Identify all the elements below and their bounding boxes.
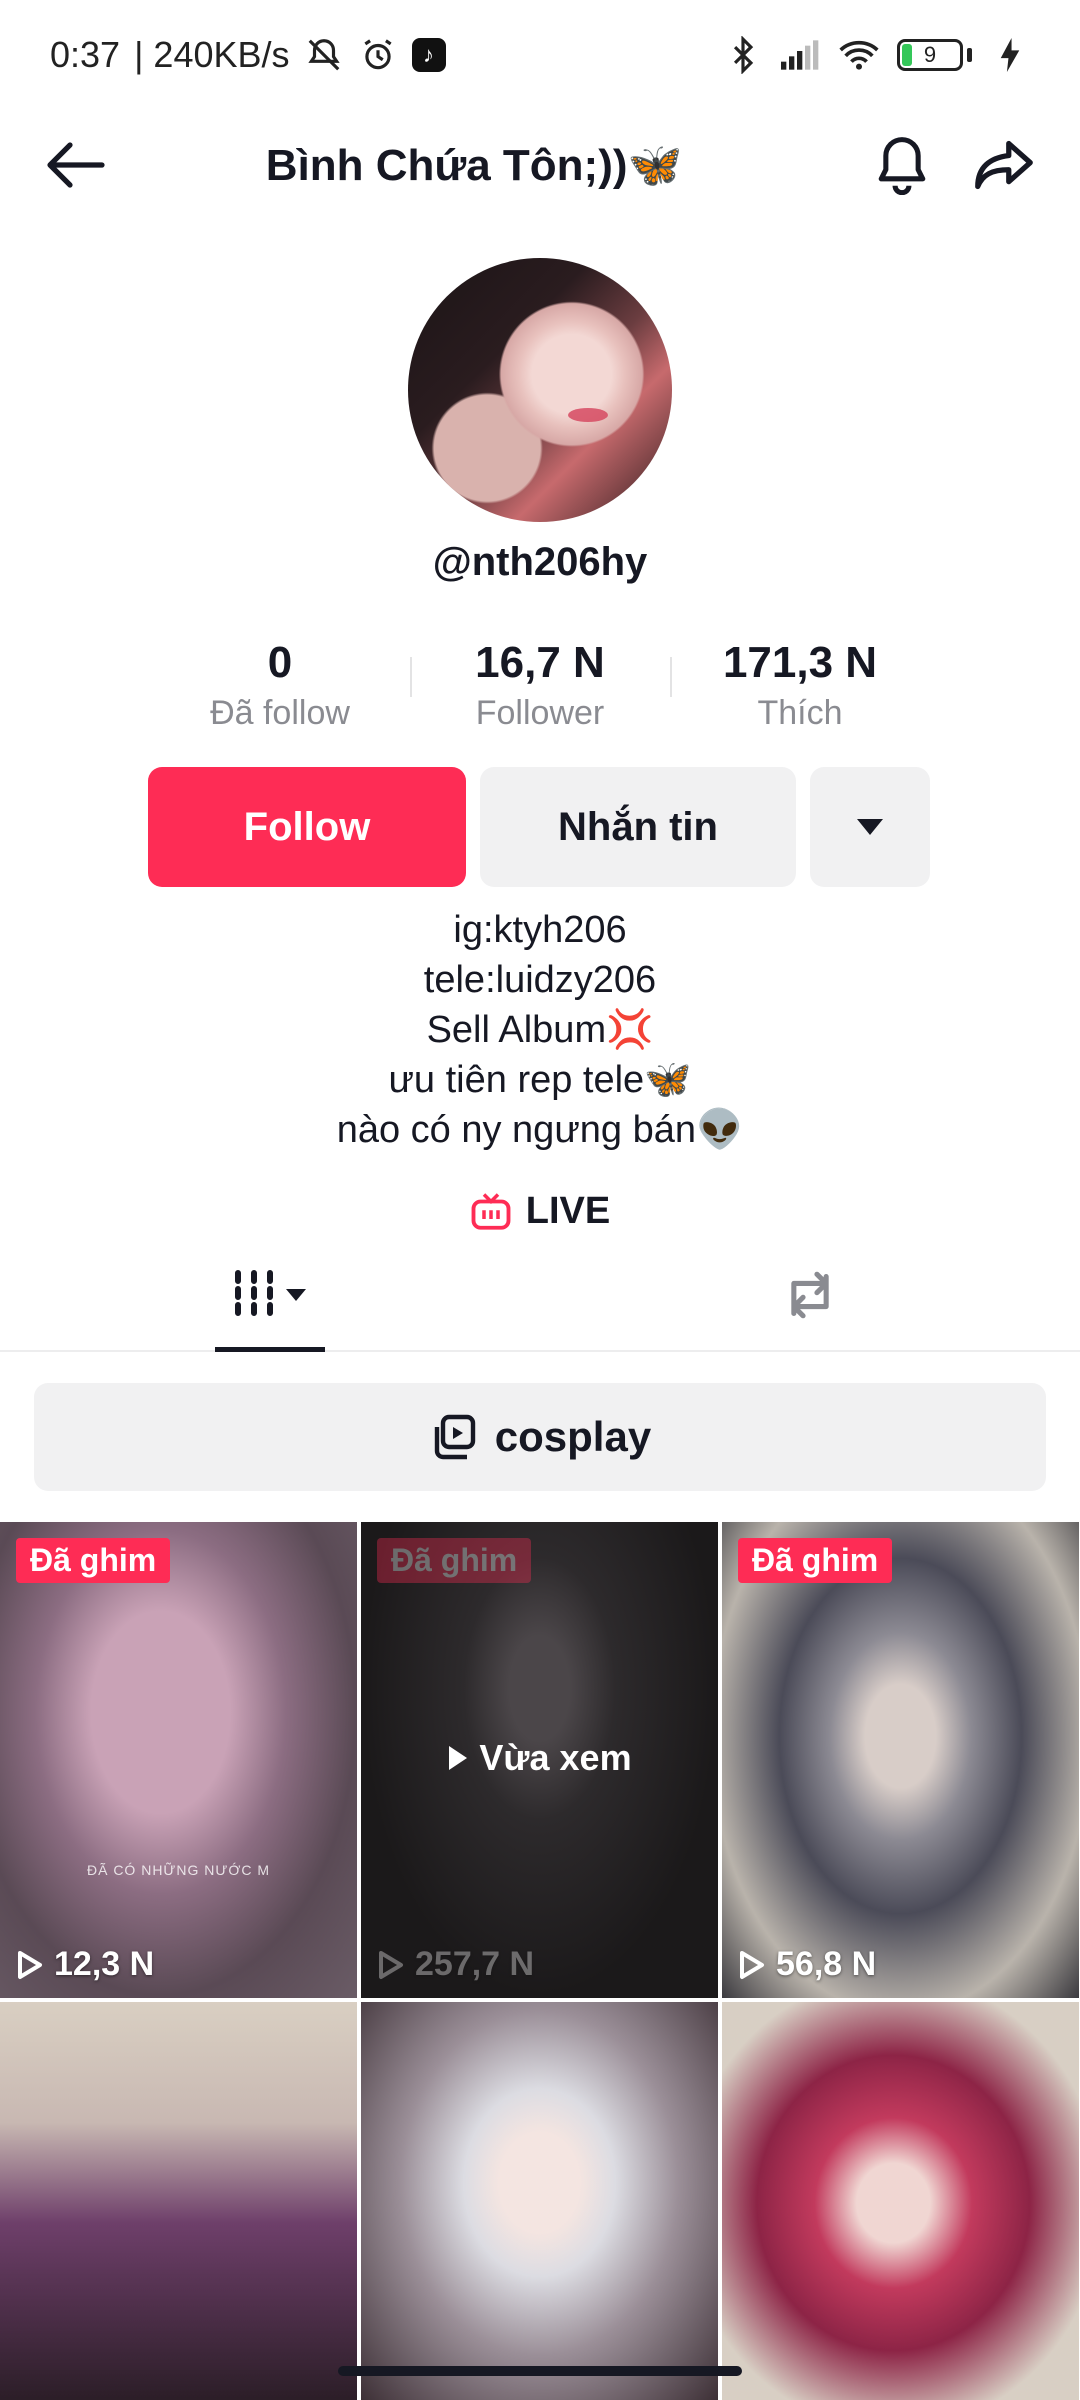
repost-icon xyxy=(791,1271,829,1319)
bell-icon xyxy=(878,137,926,195)
bio-line: ưu tiên rep tele🦋 xyxy=(388,1059,692,1101)
view-count-value: 56,8 N xyxy=(776,1945,877,1983)
caret-down-icon xyxy=(857,819,883,835)
network-speed: | 240KB/s xyxy=(134,34,290,75)
back-arrow-icon xyxy=(47,142,105,188)
bio: ig:ktyh206 tele:luidzy206 Sell Album💢 ưu… xyxy=(0,905,1080,1155)
view-count: 257,7 N xyxy=(377,1945,534,1984)
content-tabs xyxy=(0,1240,1080,1352)
profile-stats: 0 Đã follow 16,7 N Follower 171,3 N Thíc… xyxy=(150,635,930,735)
back-button[interactable] xyxy=(40,129,112,201)
home-indicator[interactable] xyxy=(338,2366,742,2376)
playlist-label: cosplay xyxy=(494,1413,652,1460)
tab-reposts[interactable] xyxy=(540,1240,1080,1350)
suggested-accounts-button[interactable] xyxy=(810,767,930,887)
alarm-icon xyxy=(358,35,398,75)
playlist-icon xyxy=(434,1414,475,1460)
playlist-cosplay[interactable]: cosplay xyxy=(34,1383,1046,1491)
pinned-badge: Đã ghim xyxy=(738,1538,893,1583)
charging-icon xyxy=(990,35,1030,75)
video-tile[interactable] xyxy=(361,2002,718,2400)
following-count: 0 xyxy=(267,638,293,687)
tab-videos[interactable] xyxy=(0,1240,540,1352)
play-icon xyxy=(449,1746,468,1770)
bio-line: nào có ny ngưng bán👽 xyxy=(336,1109,744,1151)
avatar[interactable] xyxy=(408,258,672,522)
bluetooth-icon xyxy=(723,35,763,75)
notification-button[interactable] xyxy=(866,129,938,201)
profile-header: Bình Chứa Tôn;))🦋 xyxy=(0,110,1080,220)
live-tv-icon xyxy=(471,1192,511,1230)
signal-icon xyxy=(781,35,821,75)
tiktok-icon: ♪ xyxy=(411,38,446,72)
video-tile[interactable] xyxy=(722,2002,1079,2400)
video-tile[interactable]: Đã ghim Vừa xem 257,7 N xyxy=(361,1522,718,1998)
view-count: 12,3 N xyxy=(16,1945,154,1984)
video-tile[interactable] xyxy=(0,2002,357,2400)
share-button[interactable] xyxy=(968,129,1040,201)
followers-stat[interactable]: 16,7 N Follower xyxy=(410,635,670,735)
play-icon xyxy=(18,1950,42,1979)
view-count-value: 12,3 N xyxy=(54,1945,155,1983)
following-stat[interactable]: 0 Đã follow xyxy=(150,635,410,735)
grid-filter-icon xyxy=(235,1270,306,1316)
battery-icon: 9 xyxy=(897,39,972,71)
battery-level: 9 xyxy=(923,42,937,67)
status-time: 0:37 xyxy=(50,34,121,75)
play-icon xyxy=(379,1950,403,1979)
video-caption-overlay: ĐÃ CÓ NHỮNG NƯỚC M xyxy=(86,1862,271,1878)
followers-label: Follower xyxy=(475,694,605,732)
username-handle: @nth206hy xyxy=(432,540,648,584)
bio-line: tele:luidzy206 xyxy=(423,959,657,1001)
likes-count: 171,3 N xyxy=(722,638,878,687)
mute-icon xyxy=(304,35,344,75)
live-link[interactable]: LIVE xyxy=(0,1190,1080,1233)
likes-stat[interactable]: 171,3 N Thích xyxy=(670,635,930,735)
recently-watched-text: Vừa xem xyxy=(479,1737,632,1778)
video-grid: Đã ghim ĐÃ CÓ NHỮNG NƯỚC M 12,3 N Đã ghi… xyxy=(0,1522,1080,2400)
follow-button[interactable]: Follow xyxy=(148,767,466,887)
pinned-badge: Đã ghim xyxy=(16,1538,171,1583)
wifi-icon xyxy=(839,35,879,75)
view-count-value: 257,7 N xyxy=(415,1945,535,1983)
status-bar: 0:37 | 240KB/s ♪ 9 xyxy=(0,0,1080,110)
recently-watched-label: Vừa xem xyxy=(361,1737,718,1779)
share-icon xyxy=(975,140,1033,190)
likes-label: Thích xyxy=(757,694,843,732)
bio-line: Sell Album💢 xyxy=(426,1009,654,1051)
followers-count: 16,7 N xyxy=(475,638,605,687)
following-label: Đã follow xyxy=(210,694,350,732)
pinned-badge: Đã ghim xyxy=(377,1538,532,1583)
view-count: 56,8 N xyxy=(738,1945,876,1984)
video-tile[interactable]: Đã ghim 56,8 N xyxy=(722,1522,1079,1998)
live-label: LIVE xyxy=(525,1190,611,1232)
play-icon xyxy=(740,1950,764,1979)
profile-actions: Follow Nhắn tin xyxy=(148,767,932,887)
page-title: Bình Chứa Tôn;))🦋 xyxy=(265,141,683,190)
bio-line: ig:ktyh206 xyxy=(453,909,627,951)
video-tile[interactable]: Đã ghim ĐÃ CÓ NHỮNG NƯỚC M 12,3 N xyxy=(0,1522,357,1998)
message-button[interactable]: Nhắn tin xyxy=(480,767,796,887)
